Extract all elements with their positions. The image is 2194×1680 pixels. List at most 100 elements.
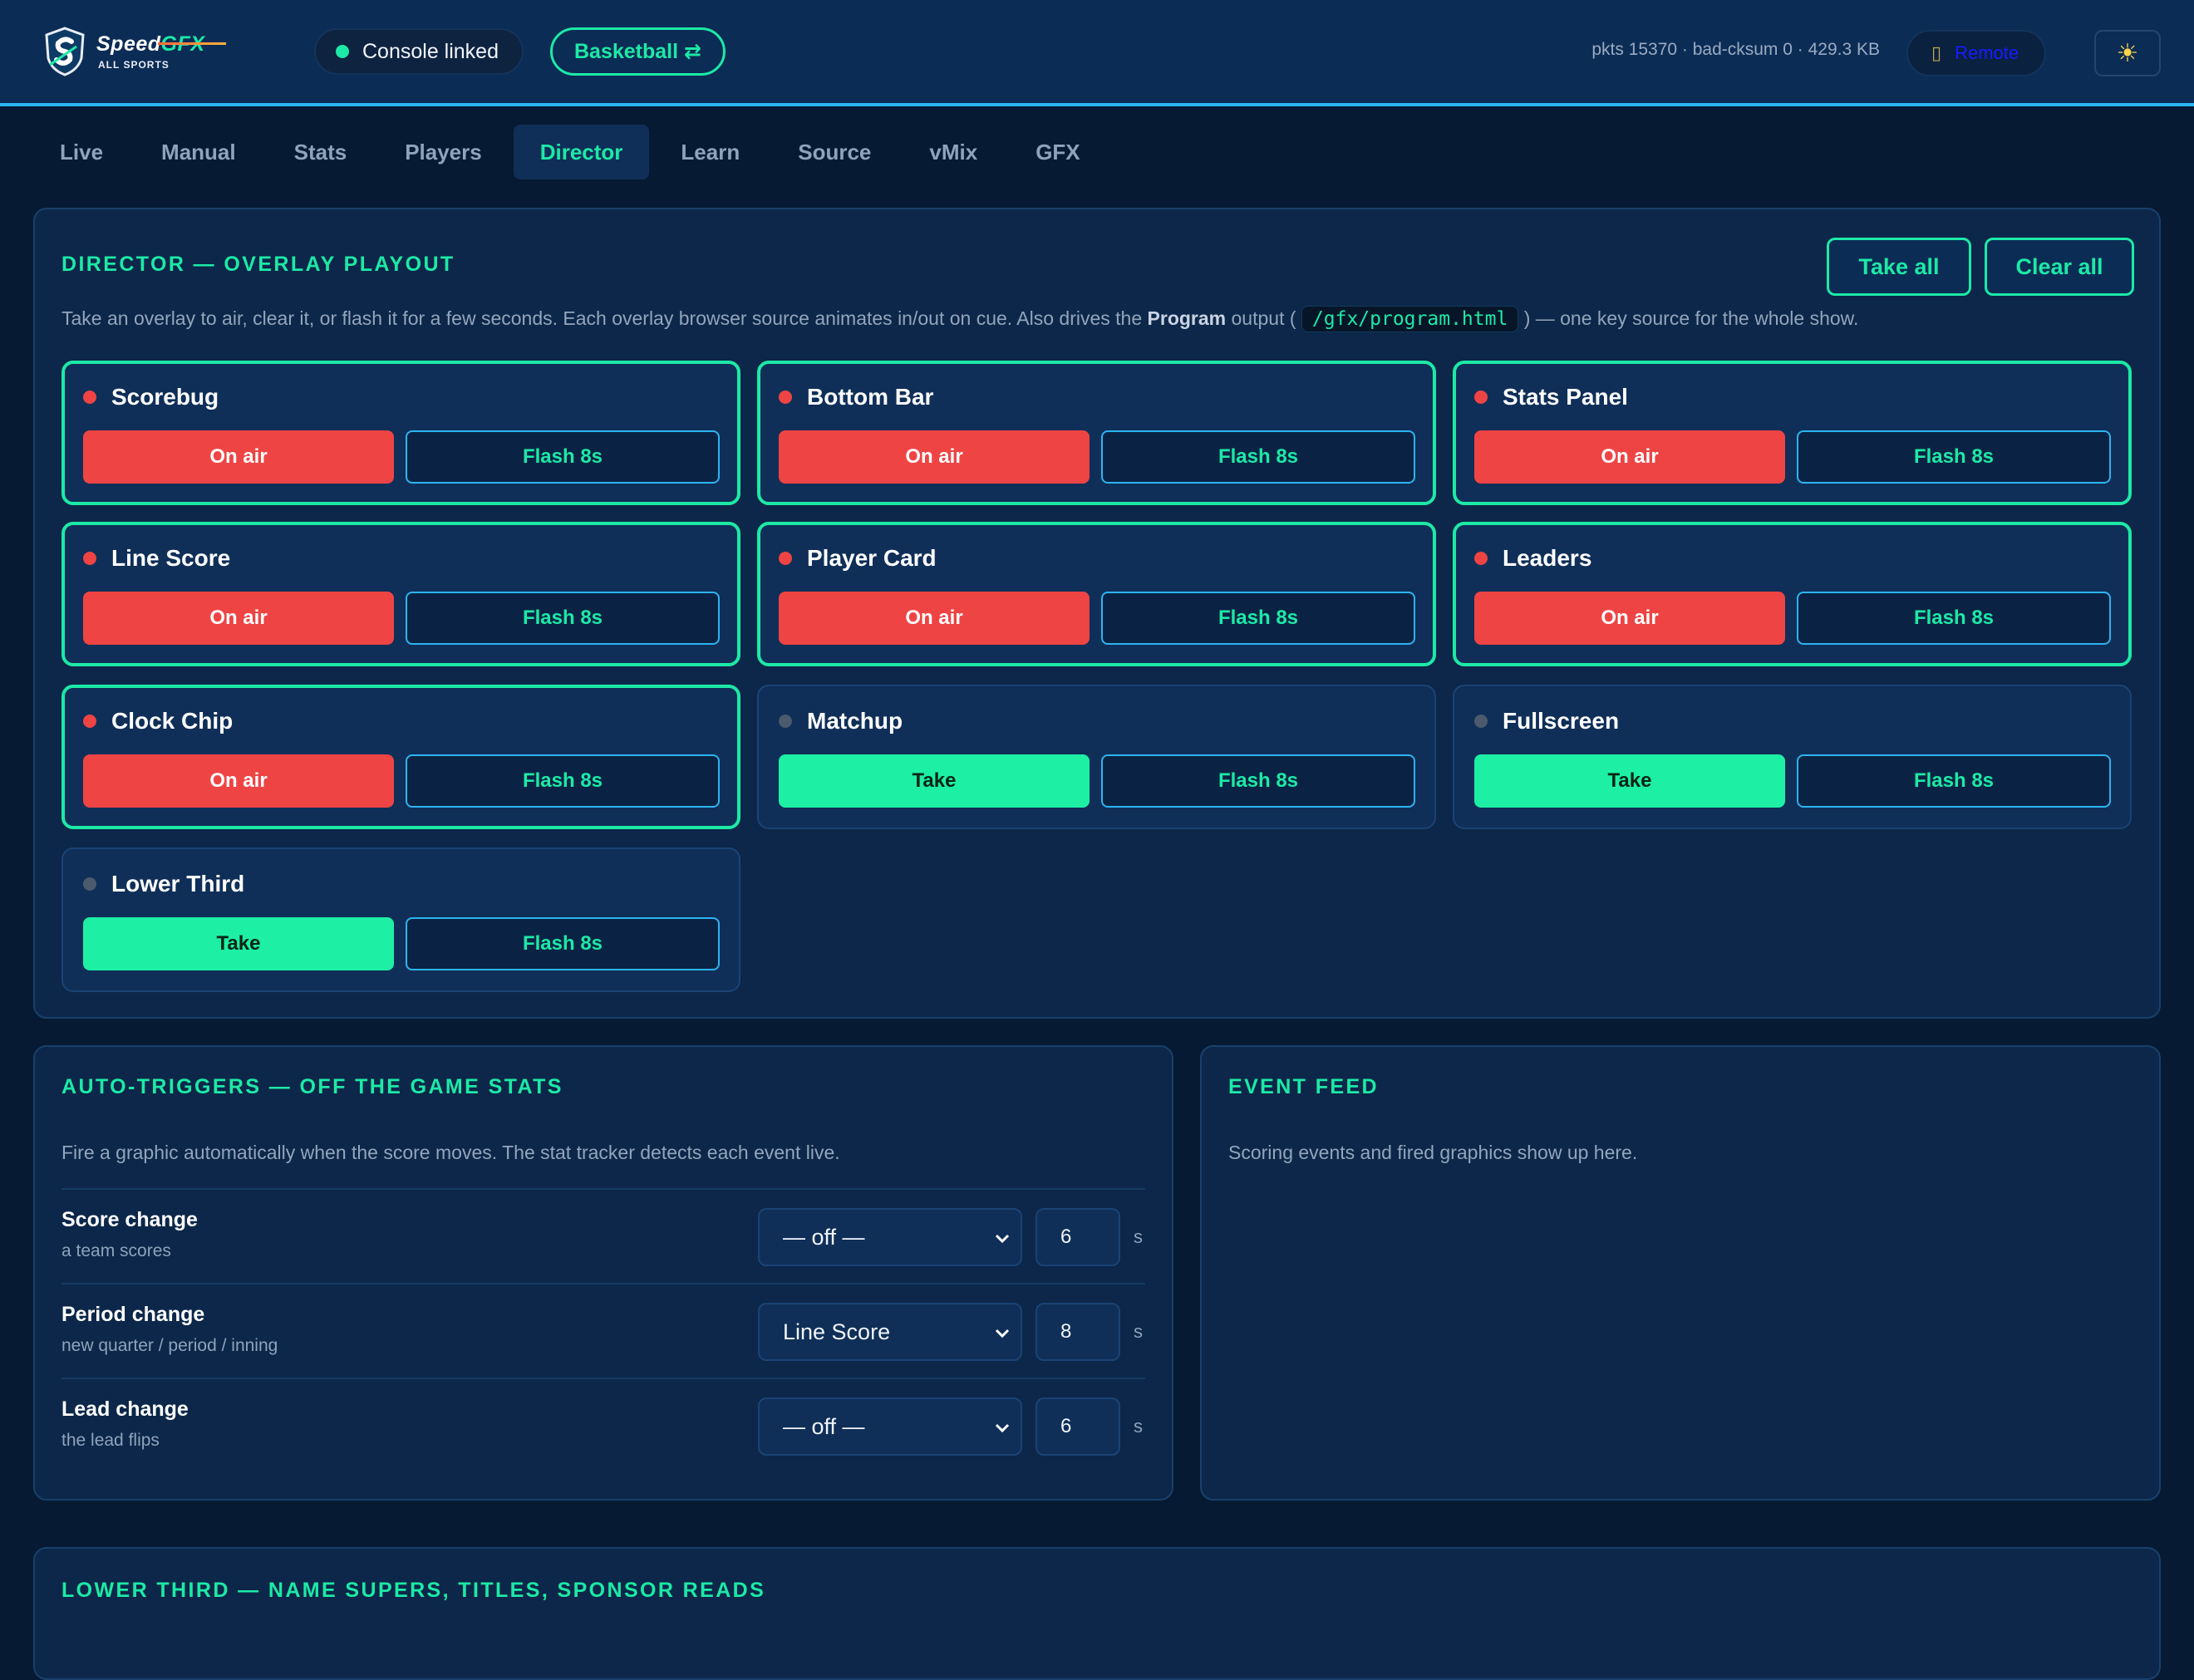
tab-manual[interactable]: Manual: [135, 125, 263, 179]
trigger-seconds-input[interactable]: 8: [1036, 1303, 1120, 1361]
flash-button[interactable]: Flash 8s: [1101, 754, 1415, 808]
flash-button[interactable]: Flash 8s: [406, 592, 720, 645]
trigger-select-value: — off —: [783, 1224, 865, 1250]
app-logo: SpeedGFX ALL SPORTS: [43, 27, 268, 76]
trigger-sublabel: new quarter / period / inning: [61, 1336, 278, 1355]
overlay-card: Line Score On air Flash 8s: [61, 522, 740, 666]
console-link-status: Console linked: [314, 28, 524, 75]
overlay-card: Player Card On air Flash 8s: [757, 522, 1436, 666]
overlay-card: Leaders On air Flash 8s: [1453, 522, 2132, 666]
overlay-card: Stats Panel On air Flash 8s: [1453, 361, 2132, 505]
tab-stats[interactable]: Stats: [268, 125, 374, 179]
tab-players[interactable]: Players: [378, 125, 509, 179]
packet-stats: pkts 15370 · bad-cksum 0 · 429.3 KB: [1591, 40, 1880, 59]
chevron-down-icon: [995, 1329, 1010, 1339]
take-button[interactable]: Take: [83, 917, 394, 970]
top-bar: SpeedGFX ALL SPORTS Console linked Baske…: [0, 0, 2194, 106]
overlay-name: Scorebug: [83, 384, 219, 410]
overlay-name: Fullscreen: [1474, 708, 1619, 734]
overlay-name: Matchup: [779, 708, 903, 734]
on-air-dot-icon: [1474, 552, 1488, 565]
overlay-card: Matchup Take Flash 8s: [757, 685, 1436, 829]
remote-label: Remote: [1955, 42, 2019, 63]
status-dot-icon: [336, 45, 349, 58]
on-air-button[interactable]: On air: [779, 592, 1090, 645]
flash-button[interactable]: Flash 8s: [406, 754, 720, 808]
trigger-select-value: — off —: [783, 1413, 865, 1439]
tab-vmix[interactable]: vMix: [903, 125, 1004, 179]
flash-button[interactable]: Flash 8s: [1797, 592, 2111, 645]
event-feed-empty-text: Scoring events and fired graphics show u…: [1228, 1142, 1638, 1163]
on-air-dot-icon: [1474, 391, 1488, 404]
tab-learn[interactable]: Learn: [654, 125, 766, 179]
overlay-name: Player Card: [779, 545, 937, 572]
trigger-label: Score change: [61, 1208, 198, 1231]
overlay-name-label: Stats Panel: [1503, 384, 1628, 410]
flash-button[interactable]: Flash 8s: [1797, 754, 2111, 808]
phone-icon: ▯: [1931, 42, 1942, 63]
flash-button[interactable]: Flash 8s: [406, 917, 720, 970]
trigger-graphic-select[interactable]: — off —: [758, 1208, 1022, 1266]
flash-button[interactable]: Flash 8s: [406, 430, 720, 484]
overlay-name-label: Scorebug: [111, 384, 219, 410]
on-air-dot-icon: [779, 391, 792, 404]
theme-toggle-button[interactable]: ☀: [2094, 30, 2161, 76]
take-button[interactable]: Take: [1474, 754, 1785, 808]
tab-live[interactable]: Live: [33, 125, 130, 179]
brand-main: Speed: [96, 32, 161, 56]
overlay-name: Bottom Bar: [779, 384, 933, 410]
tab-source[interactable]: Source: [771, 125, 898, 179]
off-air-dot-icon: [779, 715, 792, 728]
lower-third-title: LOWER THIRD — NAME SUPERS, TITLES, SPONS…: [61, 1579, 766, 1602]
shield-logo-icon: [45, 27, 85, 76]
tab-gfx[interactable]: GFX: [1009, 125, 1106, 179]
overlay-card: Bottom Bar On air Flash 8s: [757, 361, 1436, 505]
on-air-button[interactable]: On air: [83, 592, 394, 645]
on-air-button[interactable]: On air: [1474, 430, 1785, 484]
take-all-button[interactable]: Take all: [1827, 238, 1971, 296]
desc-bold: Program: [1147, 307, 1227, 329]
trigger-sublabel: a team scores: [61, 1241, 171, 1260]
trigger-graphic-select[interactable]: Line Score: [758, 1303, 1022, 1361]
overlay-name-label: Leaders: [1503, 545, 1592, 571]
overlay-name-label: Bottom Bar: [807, 384, 934, 410]
brand-accent: GFX: [160, 32, 205, 56]
desc-post: ) — one key source for the whole show.: [1518, 307, 1859, 329]
on-air-button[interactable]: On air: [83, 430, 394, 484]
overlay-card: Fullscreen Take Flash 8s: [1453, 685, 2132, 829]
overlay-card: Clock Chip On air Flash 8s: [61, 685, 740, 829]
seconds-unit: s: [1134, 1416, 1143, 1437]
clear-all-button[interactable]: Clear all: [1985, 238, 2134, 296]
chevron-down-icon: [995, 1423, 1010, 1433]
remote-button[interactable]: ▯ Remote: [1906, 30, 2046, 76]
overlay-name-label: Fullscreen: [1503, 708, 1620, 734]
on-air-button[interactable]: On air: [83, 754, 394, 808]
sport-switch-button[interactable]: Basketball ⇄: [550, 27, 726, 76]
overlay-name-label: Player Card: [807, 545, 937, 571]
console-link-label: Console linked: [362, 39, 499, 63]
brand-sub: ALL SPORTS: [98, 58, 170, 71]
director-title: DIRECTOR — OVERLAY PLAYOUT: [61, 253, 455, 276]
tab-director[interactable]: Director: [513, 125, 650, 179]
program-path-code: /gfx/program.html: [1301, 306, 1519, 332]
trigger-row: Score change a team scores — off — 6 s: [61, 1188, 1145, 1283]
flash-button[interactable]: Flash 8s: [1797, 430, 2111, 484]
on-air-button[interactable]: On air: [1474, 592, 1785, 645]
on-air-dot-icon: [83, 391, 96, 404]
trigger-label: Lead change: [61, 1398, 189, 1421]
auto-triggers-panel: AUTO-TRIGGERS — OFF THE GAME STATS Fire …: [33, 1045, 1173, 1501]
flash-button[interactable]: Flash 8s: [1101, 430, 1415, 484]
flash-button[interactable]: Flash 8s: [1101, 592, 1415, 645]
seconds-unit: s: [1134, 1226, 1143, 1247]
overlay-name-label: Clock Chip: [111, 708, 234, 734]
trigger-sublabel: the lead flips: [61, 1431, 160, 1450]
take-button[interactable]: Take: [779, 754, 1090, 808]
overlay-name-label: Lower Third: [111, 871, 245, 896]
on-air-button[interactable]: On air: [779, 430, 1090, 484]
trigger-seconds-input[interactable]: 6: [1036, 1208, 1120, 1266]
trigger-seconds-input[interactable]: 6: [1036, 1398, 1120, 1456]
trigger-graphic-select[interactable]: — off —: [758, 1398, 1022, 1456]
desc-pre: Take an overlay to air, clear it, or fla…: [61, 307, 1148, 329]
overlay-name: Stats Panel: [1474, 384, 1628, 410]
trigger-row: Lead change the lead flips — off — 6 s: [61, 1378, 1145, 1472]
